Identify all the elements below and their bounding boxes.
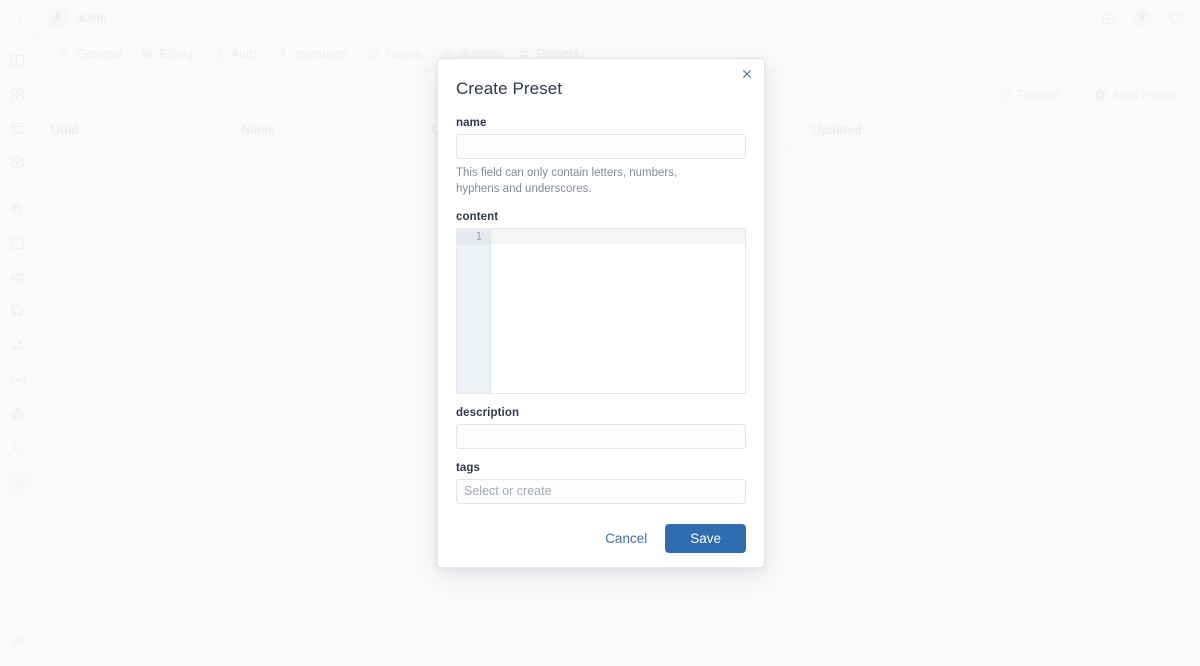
editor-active-line xyxy=(491,228,745,244)
gutter-line-number: 1 xyxy=(457,229,490,245)
description-input[interactable] xyxy=(456,423,746,449)
dialog-footer: Cancel Save xyxy=(456,523,746,553)
tags-placeholder: Select or create xyxy=(464,484,552,499)
tags-field-group: tags Select or create xyxy=(456,462,746,504)
editor-gutter: 1 xyxy=(457,228,491,393)
close-icon[interactable] xyxy=(738,65,756,83)
content-label: content xyxy=(456,210,499,223)
description-field-group: description xyxy=(456,407,746,449)
description-label: description xyxy=(456,406,520,419)
create-preset-dialog: Create Preset name This field can only c… xyxy=(437,58,765,568)
content-field-group: content 1 xyxy=(456,211,746,394)
name-label: name xyxy=(456,117,487,129)
save-button[interactable]: Save xyxy=(665,523,746,553)
editor-text-area[interactable] xyxy=(491,228,745,393)
tags-select[interactable]: Select or create xyxy=(456,478,746,504)
name-help-text: This field can only contain letters, num… xyxy=(456,167,678,196)
name-field-group: name This field can only contain letters… xyxy=(456,117,746,198)
tags-label: tags xyxy=(456,461,481,474)
modal-overlay[interactable]: Create Preset name This field can only c… xyxy=(0,0,1200,666)
content-code-editor[interactable]: 1 xyxy=(456,227,746,394)
name-input[interactable] xyxy=(456,134,746,159)
dialog-title: Create Preset xyxy=(456,79,563,98)
cancel-button[interactable]: Cancel xyxy=(595,525,657,552)
